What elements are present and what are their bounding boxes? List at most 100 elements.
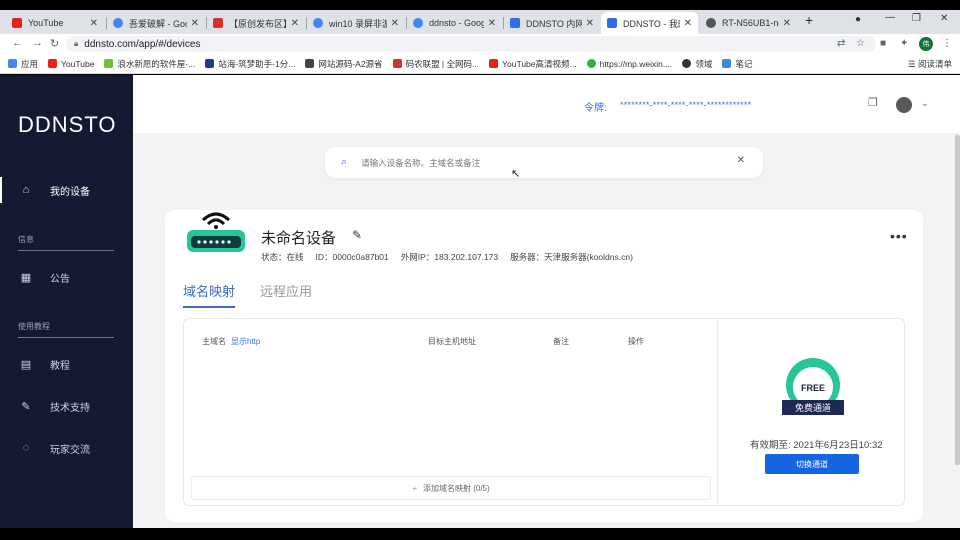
edit-icon[interactable]: ✎ [352, 228, 362, 242]
code-icon [392, 59, 402, 68]
translate-icon[interactable]: ⇄ [837, 38, 845, 49]
copy-icon[interactable]: ❐ [868, 96, 878, 109]
bookmark-label: 笔记 [735, 58, 753, 69]
profile-avatar[interactable]: 伟 [919, 37, 933, 51]
bookmark-notes[interactable]: 笔记 [722, 58, 752, 70]
sidebar-item-tutorial[interactable]: ▤ 教程 [0, 351, 133, 377]
tab-strip: YouTube ✕ 吾爱破解 - Google ✕ 【原创发布区】 ✕ win1… [0, 10, 960, 34]
tab-close-icon[interactable]: ✕ [684, 18, 692, 29]
reading-list-button[interactable]: ☰ 阅读清单 [908, 58, 952, 70]
bookmark-weixin[interactable]: https://mp.weixin.... [586, 58, 673, 69]
tab-remote-apps[interactable]: 远程应用 [260, 281, 312, 308]
browser-tab-router[interactable]: RT-N56UB1-new ✕ [700, 12, 797, 34]
sidebar-item-label: 公告 [50, 273, 70, 285]
sidebar-item-my-devices[interactable]: ⌂ 我的设备 [0, 177, 133, 203]
column-target: 目标主机地址 [428, 337, 476, 346]
tab-close-icon[interactable]: ✕ [391, 18, 399, 29]
tab-title: 【原创发布区】 [229, 18, 287, 29]
url-input[interactable]: 🔒︎ ddnsto.com/app/#/devices [66, 36, 876, 52]
tab-title: YouTube [28, 18, 64, 28]
tab-title: DDNSTO 内网穿 [526, 18, 582, 29]
extension-icon[interactable]: ■ [880, 38, 886, 49]
clear-icon[interactable]: ✕ [737, 155, 745, 166]
tab-close-icon[interactable]: ✕ [488, 18, 496, 29]
new-tab-plus-icon[interactable]: + [805, 12, 813, 28]
page-scrollbar[interactable] [955, 135, 960, 465]
bookmark-lingyu[interactable]: 领域 [682, 58, 712, 70]
browser-tab-forum[interactable]: 【原创发布区】 ✕ [207, 12, 305, 34]
restore-icon[interactable]: ❐ [912, 13, 921, 24]
chrome-menu-icon[interactable]: ⋮ [942, 38, 952, 49]
browser-window: YouTube ✕ 吾爱破解 - Google ✕ 【原创发布区】 ✕ win1… [0, 0, 960, 540]
show-http-link[interactable]: 显示http [231, 336, 260, 347]
valid-until: 有效期至: 2021年6月23日10:32 [750, 440, 883, 451]
bookmark-software[interactable]: 浪水新愿的软件屋-... [104, 58, 195, 70]
sidebar: DDNSTO ⌂ 我的设备 信息 ▦ 公告 使用教程 ▤ 教程 ✎ 技术支持 ◌… [0, 75, 133, 528]
search-input[interactable] [361, 157, 712, 168]
switch-channel-button[interactable]: 切换通道 [765, 454, 859, 474]
tab-close-icon[interactable]: ✕ [191, 18, 199, 29]
device-id: ID：0000c0a87b01 [315, 252, 389, 262]
box-icon [305, 59, 315, 68]
window-close-icon[interactable]: ✕ [940, 13, 948, 24]
youtube-icon [48, 59, 58, 68]
reload-icon[interactable]: ↻ [50, 37, 59, 50]
forward-arrow-icon[interactable]: → [32, 37, 43, 49]
bookmark-codeunion[interactable]: 码农联盟 | 全网码... [392, 58, 480, 70]
bookmark-apps[interactable]: 应用 [8, 58, 38, 70]
youtube-favicon-icon [12, 18, 22, 28]
chevron-down-icon[interactable]: ⌄ [921, 98, 929, 109]
bookmark-label: 领域 [695, 58, 713, 69]
puzzle-icon[interactable]: ✦ [900, 38, 908, 49]
back-arrow-icon[interactable]: ← [12, 37, 23, 49]
bookmark-label: https://mp.weixin.... [599, 58, 673, 69]
bookmark-label: 码农联盟 | 全网码... [405, 58, 480, 69]
screen-top-border [0, 0, 960, 10]
more-options-icon[interactable]: ••• [890, 228, 908, 244]
document-icon: ▤ [20, 358, 32, 371]
badge-free-text: FREE [801, 383, 825, 393]
add-mapping-button[interactable]: + 添加域名映射 (0/5) [191, 476, 711, 500]
add-mapping-label: 添加域名映射 (0/5) [423, 483, 490, 493]
token-value[interactable]: ********-****-****-****-************ [620, 100, 751, 110]
tab-domain-mapping[interactable]: 域名映射 [183, 281, 236, 308]
bookmark-label: 站海-筑梦助手-1分... [218, 58, 296, 69]
sidebar-item-community[interactable]: ◌ 玩家交流 [0, 435, 133, 461]
bookmark-youtube-hd[interactable]: YouTube高清视频... [489, 58, 577, 70]
ddnsto-logo: DDNSTO [18, 112, 117, 137]
reading-list-label: 阅读清单 [917, 59, 952, 69]
browser-tab-google-1[interactable]: 吾爱破解 - Google ✕ [107, 12, 205, 34]
browser-tab-google-2[interactable]: win10 录屏非游戏 ✕ [307, 12, 405, 34]
note-icon [722, 59, 732, 68]
ddnsto-page: DDNSTO ⌂ 我的设备 信息 ▦ 公告 使用教程 ▤ 教程 ✎ 技术支持 ◌… [0, 75, 960, 528]
globe-favicon-icon [706, 18, 716, 28]
device-status: 状态：在线 [261, 252, 304, 262]
token-label: 令牌: [584, 103, 607, 114]
google-favicon-icon [113, 18, 123, 28]
browser-tab-youtube[interactable]: YouTube ✕ [6, 12, 104, 34]
browser-tab-ddnsto-active[interactable]: DDNSTO - 我的 ✕ [601, 12, 698, 34]
sidebar-item-label: 我的设备 [50, 186, 90, 198]
browser-tab-google-3[interactable]: ddnsto - Google ✕ [407, 12, 502, 34]
device-name: 未命名设备 [261, 230, 337, 247]
minimize-icon[interactable]: — [885, 12, 895, 23]
bookmark-star-icon[interactable]: ☆ [856, 38, 865, 49]
panel-divider [717, 319, 718, 507]
tab-close-icon[interactable]: ✕ [90, 18, 98, 29]
tab-close-icon[interactable]: ✕ [586, 18, 594, 29]
tab-close-icon[interactable]: ✕ [291, 18, 299, 29]
tab-search-icon[interactable]: ● [855, 14, 861, 25]
bookmark-label: 应用 [21, 58, 39, 69]
tab-close-icon[interactable]: ✕ [783, 18, 791, 29]
sidebar-item-support[interactable]: ✎ 技术支持 [0, 393, 133, 419]
bookmark-source[interactable]: 网站源码-A2源省 [305, 58, 383, 70]
bookmark-youtube[interactable]: YouTube [48, 59, 94, 69]
tab-title: ddnsto - Google [429, 18, 484, 28]
browser-tab-ddnsto-intro[interactable]: DDNSTO 内网穿 ✕ [504, 12, 600, 34]
user-avatar[interactable] [896, 97, 912, 113]
device-search-bar: ⌕ ✕ [325, 147, 763, 178]
bookmark-zhanhai[interactable]: 站海-筑梦助手-1分... [205, 58, 295, 70]
reading-list-icon: ☰ [908, 59, 918, 69]
sidebar-item-announcements[interactable]: ▦ 公告 [0, 264, 133, 290]
google-favicon-icon [413, 18, 423, 28]
